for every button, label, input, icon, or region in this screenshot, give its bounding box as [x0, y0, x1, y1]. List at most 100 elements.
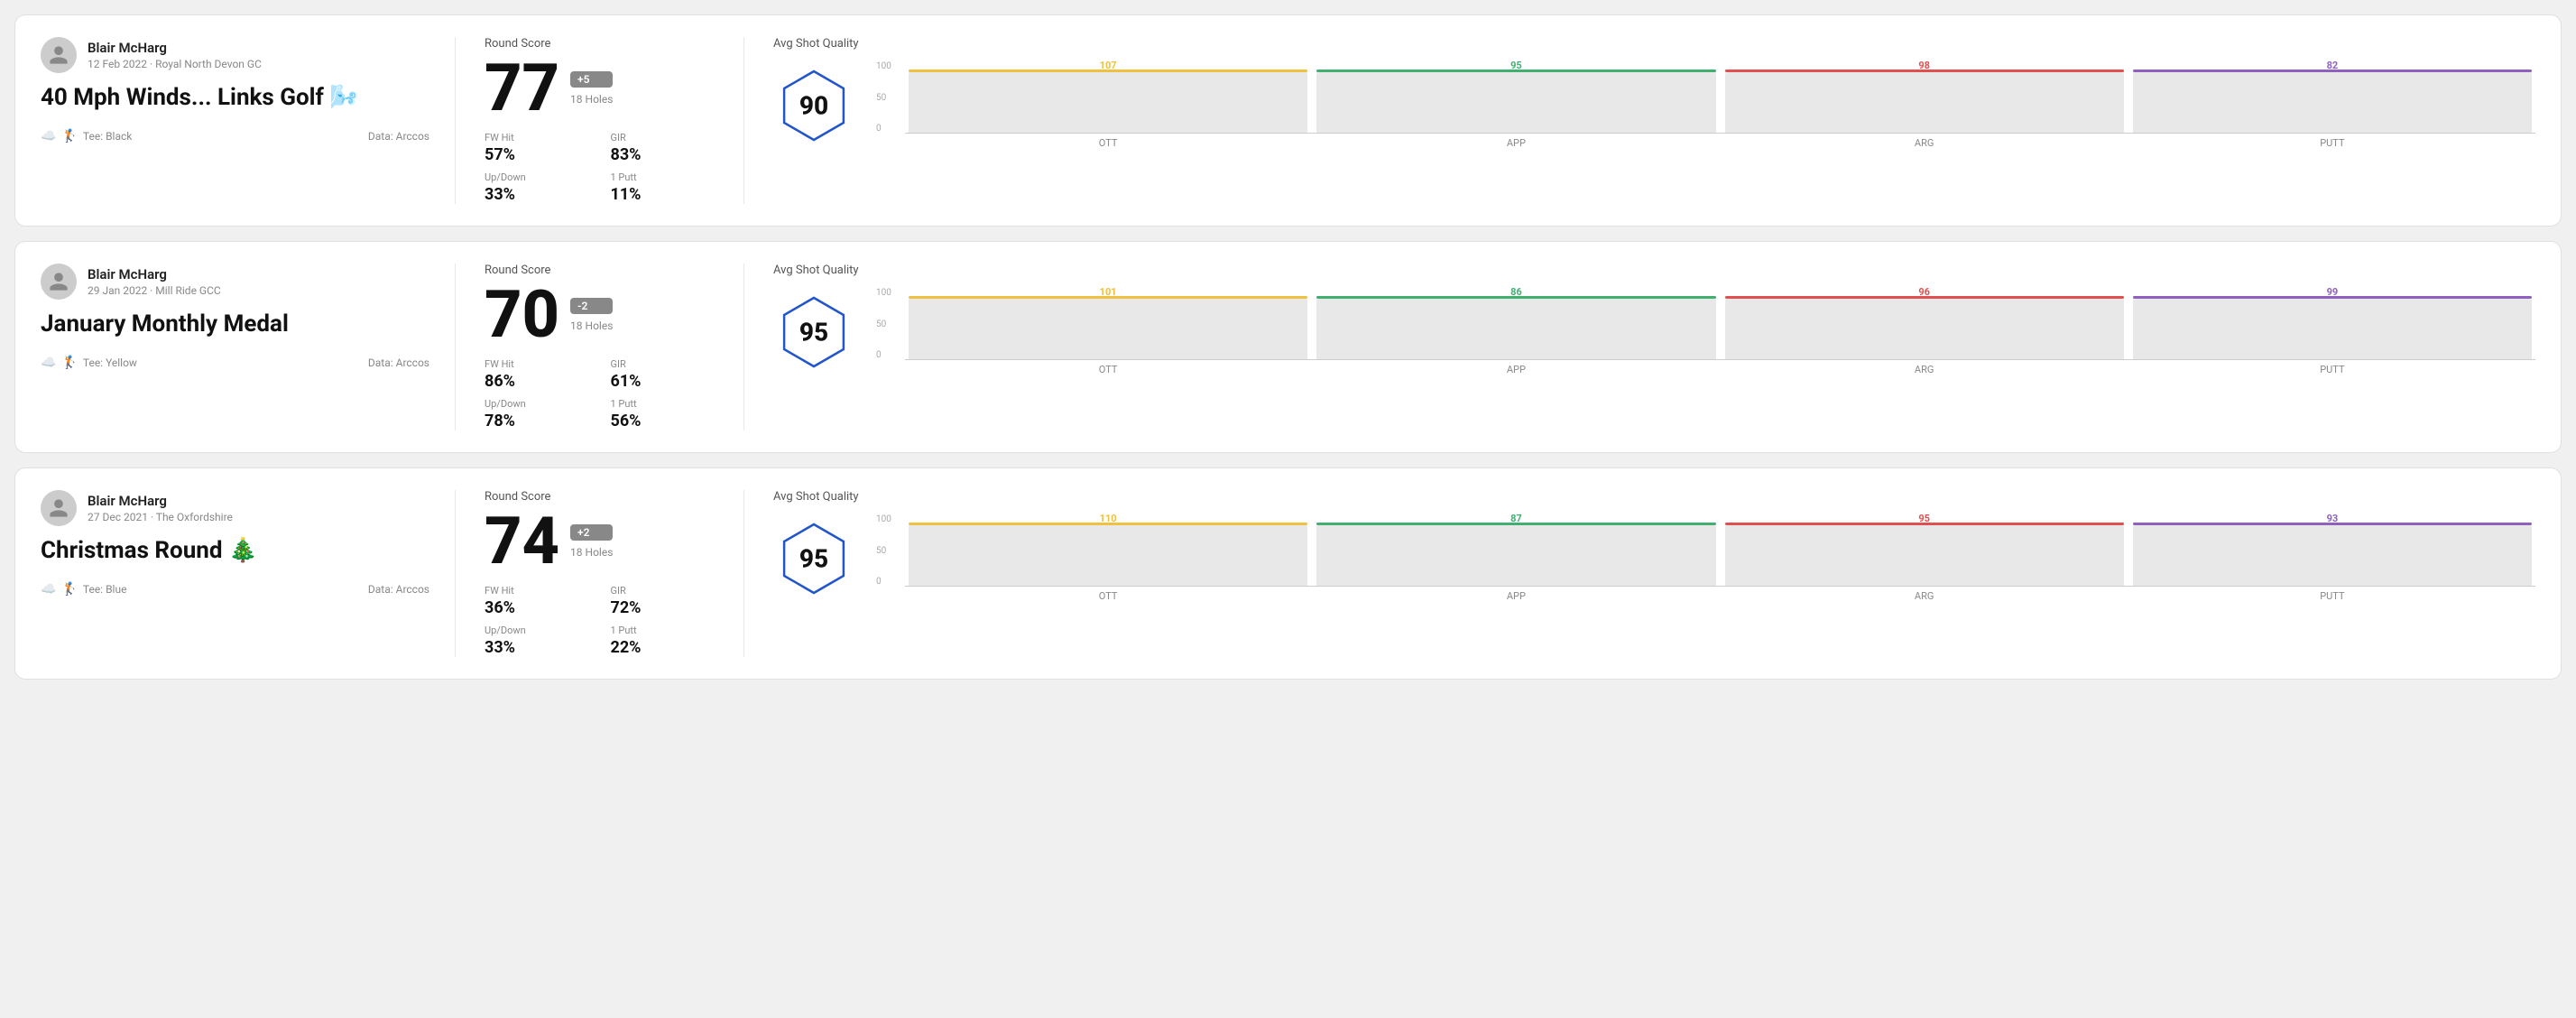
stats-grid: FW Hit 36% GIR 72% Up/Down 33% 1 Putt 22…	[485, 585, 715, 657]
tee-label: Tee: Black	[83, 130, 132, 143]
gir-value: 61%	[611, 372, 716, 391]
right-section: Avg Shot Quality 95 100 50 0 101	[744, 264, 2535, 430]
user-row: Blair McHarg 27 Dec 2021 · The Oxfordshi…	[41, 490, 429, 526]
oneputt-value: 11%	[611, 185, 716, 204]
quality-row: 90 100 50 0 107 95 98 82	[773, 61, 2535, 149]
left-section: Blair McHarg 12 Feb 2022 · Royal North D…	[41, 37, 456, 204]
cloud-icon: ☁️	[41, 129, 56, 143]
hex-score: 90	[799, 90, 828, 120]
date-course: 29 Jan 2022 · Mill Ride GCC	[88, 284, 221, 297]
holes-text: 18 Holes	[570, 546, 613, 559]
tee-icon: 🏌	[61, 129, 77, 143]
fw-hit-label: FW Hit	[485, 358, 589, 370]
fw-hit-label: FW Hit	[485, 132, 589, 143]
tee-row: ☁️ 🏌 Tee: Blue Data: Arccos	[41, 582, 429, 597]
data-source: Data: Arccos	[368, 356, 429, 369]
person-icon	[48, 44, 69, 66]
person-icon	[48, 271, 69, 292]
score-big: 70	[485, 282, 559, 347]
round-title: Christmas Round 🎄	[41, 537, 429, 564]
score-badge: -2	[570, 298, 613, 314]
data-source: Data: Arccos	[368, 130, 429, 143]
oneputt-value: 22%	[611, 638, 716, 657]
left-section: Blair McHarg 29 Jan 2022 · Mill Ride GCC…	[41, 264, 456, 430]
quality-row: 95 100 50 0 110 87 95 93	[773, 514, 2535, 602]
round-card: Blair McHarg 27 Dec 2021 · The Oxfordshi…	[14, 467, 2562, 680]
updown-stat: Up/Down 78%	[485, 398, 589, 430]
right-section: Avg Shot Quality 90 100 50 0 107	[744, 37, 2535, 204]
middle-section: Round Score 74 +2 18 Holes FW Hit 36% GI…	[456, 490, 744, 657]
round-title: January Monthly Medal	[41, 310, 429, 338]
user-info: Blair McHarg 27 Dec 2021 · The Oxfordshi…	[88, 493, 233, 523]
holes-text: 18 Holes	[570, 93, 613, 106]
fw-hit-value: 86%	[485, 372, 589, 391]
middle-section: Round Score 77 +5 18 Holes FW Hit 57% GI…	[456, 37, 744, 204]
tee-icon: 🏌	[61, 582, 77, 597]
score-big: 77	[485, 56, 559, 121]
updown-value: 33%	[485, 185, 589, 204]
round-card: Blair McHarg 29 Jan 2022 · Mill Ride GCC…	[14, 241, 2562, 453]
user-info: Blair McHarg 29 Jan 2022 · Mill Ride GCC	[88, 266, 221, 297]
oneputt-label: 1 Putt	[611, 625, 716, 636]
data-source: Data: Arccos	[368, 583, 429, 596]
user-name: Blair McHarg	[88, 266, 221, 282]
round-card: Blair McHarg 12 Feb 2022 · Royal North D…	[14, 14, 2562, 227]
oneputt-label: 1 Putt	[611, 398, 716, 410]
middle-section: Round Score 70 -2 18 Holes FW Hit 86% GI…	[456, 264, 744, 430]
holes-text: 18 Holes	[570, 319, 613, 332]
tee-row: ☁️ 🏌 Tee: Black Data: Arccos	[41, 129, 429, 143]
fw-hit-stat: FW Hit 57%	[485, 132, 589, 164]
oneputt-stat: 1 Putt 11%	[611, 171, 716, 204]
user-info: Blair McHarg 12 Feb 2022 · Royal North D…	[88, 40, 262, 70]
avg-shot-quality-label: Avg Shot Quality	[773, 264, 2535, 277]
hexagon-container: 95	[773, 518, 854, 599]
fw-hit-stat: FW Hit 36%	[485, 585, 589, 617]
updown-label: Up/Down	[485, 398, 589, 410]
tee-icon: 🏌	[61, 356, 77, 370]
user-row: Blair McHarg 29 Jan 2022 · Mill Ride GCC	[41, 264, 429, 300]
person-icon	[48, 497, 69, 519]
fw-hit-stat: FW Hit 86%	[485, 358, 589, 391]
quality-row: 95 100 50 0 101 86 96 99	[773, 288, 2535, 375]
round-score-label: Round Score	[485, 490, 715, 504]
fw-hit-value: 57%	[485, 145, 589, 164]
tee-info: ☁️ 🏌 Tee: Black	[41, 129, 132, 143]
left-section: Blair McHarg 27 Dec 2021 · The Oxfordshi…	[41, 490, 456, 657]
gir-label: GIR	[611, 585, 716, 597]
gir-label: GIR	[611, 358, 716, 370]
stats-grid: FW Hit 86% GIR 61% Up/Down 78% 1 Putt 56…	[485, 358, 715, 430]
stats-grid: FW Hit 57% GIR 83% Up/Down 33% 1 Putt 11…	[485, 132, 715, 204]
tee-info: ☁️ 🏌 Tee: Yellow	[41, 356, 137, 370]
avg-shot-quality-label: Avg Shot Quality	[773, 490, 2535, 504]
score-details: +5 18 Holes	[570, 71, 613, 106]
round-title: 40 Mph Winds... Links Golf 🌬️	[41, 84, 429, 111]
gir-value: 83%	[611, 145, 716, 164]
user-name: Blair McHarg	[88, 493, 233, 509]
round-score-label: Round Score	[485, 264, 715, 277]
gir-label: GIR	[611, 132, 716, 143]
tee-info: ☁️ 🏌 Tee: Blue	[41, 582, 126, 597]
updown-value: 33%	[485, 638, 589, 657]
fw-hit-label: FW Hit	[485, 585, 589, 597]
updown-label: Up/Down	[485, 625, 589, 636]
avatar	[41, 490, 77, 526]
oneputt-value: 56%	[611, 412, 716, 430]
cloud-icon: ☁️	[41, 356, 56, 370]
gir-stat: GIR 72%	[611, 585, 716, 617]
updown-stat: Up/Down 33%	[485, 625, 589, 657]
score-details: -2 18 Holes	[570, 298, 613, 332]
gir-stat: GIR 61%	[611, 358, 716, 391]
date-course: 27 Dec 2021 · The Oxfordshire	[88, 511, 233, 523]
avatar	[41, 264, 77, 300]
hexagon-container: 95	[773, 292, 854, 373]
hex-score: 95	[799, 543, 828, 573]
score-details: +2 18 Holes	[570, 524, 613, 559]
user-name: Blair McHarg	[88, 40, 262, 56]
score-row: 74 +2 18 Holes	[485, 509, 715, 574]
tee-label: Tee: Blue	[83, 583, 127, 596]
oneputt-label: 1 Putt	[611, 171, 716, 183]
oneputt-stat: 1 Putt 22%	[611, 625, 716, 657]
score-big: 74	[485, 509, 559, 574]
user-row: Blair McHarg 12 Feb 2022 · Royal North D…	[41, 37, 429, 73]
score-badge: +5	[570, 71, 613, 88]
